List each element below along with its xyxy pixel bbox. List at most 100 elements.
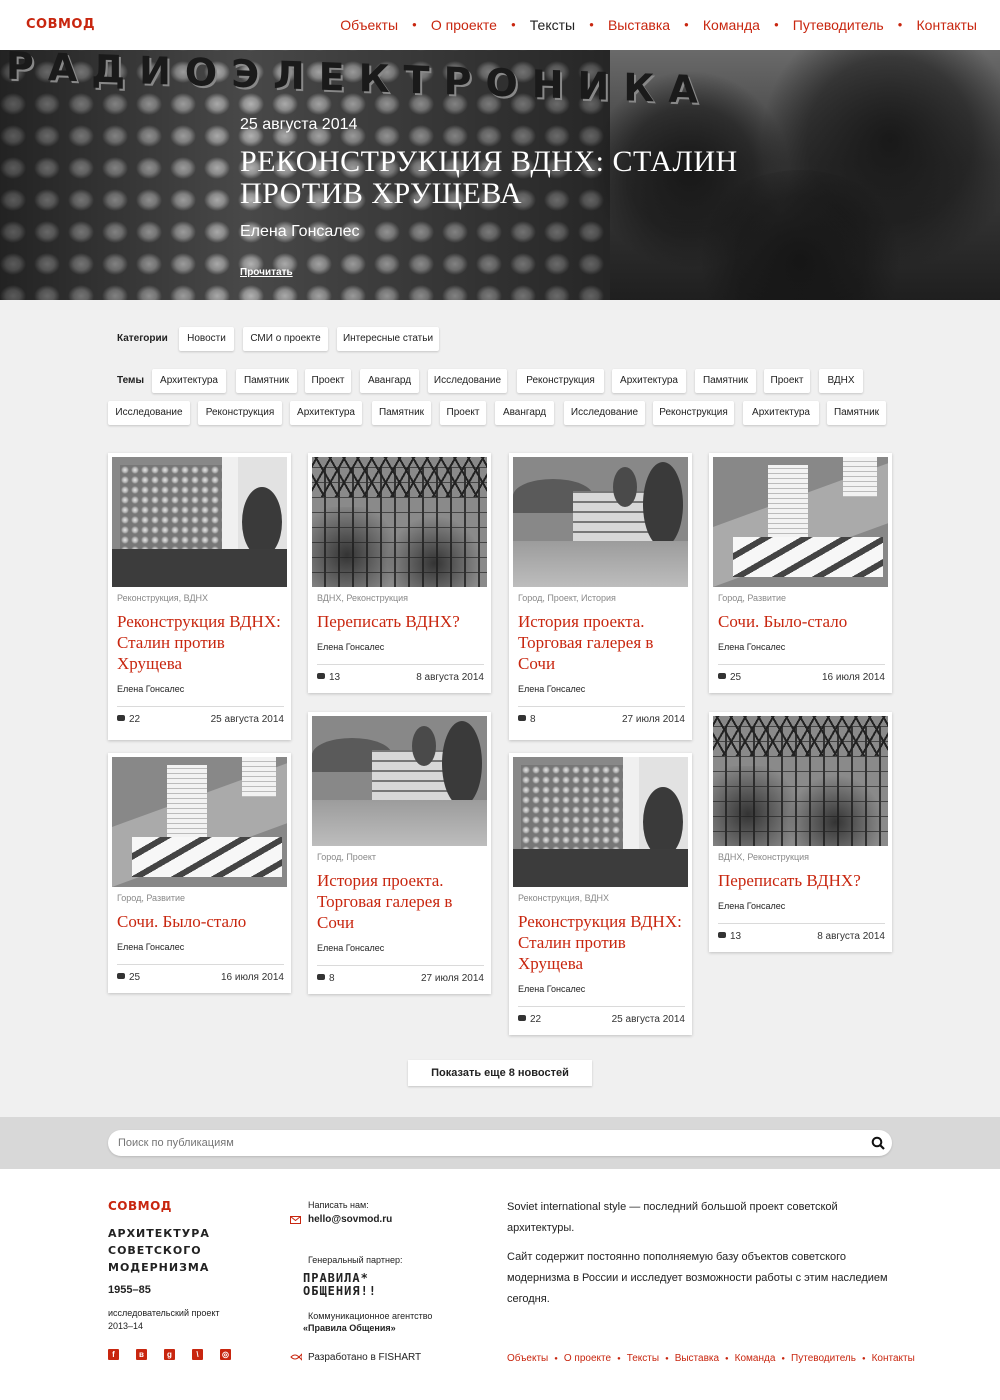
livejournal-icon[interactable]: \ bbox=[192, 1349, 203, 1360]
footer-nav-about[interactable]: О проекте bbox=[564, 1353, 611, 1364]
comments-count-wrap[interactable]: 8 bbox=[518, 714, 536, 725]
comments-count-wrap[interactable]: 22 bbox=[117, 714, 140, 725]
footer-logo[interactable]: СОВМОД bbox=[108, 1199, 172, 1213]
footer-nav-contacts[interactable]: Контакты bbox=[872, 1353, 915, 1364]
article-meta: 22 25 августа 2014 bbox=[518, 1014, 685, 1025]
card-divider bbox=[117, 964, 284, 965]
comments-count-wrap[interactable]: 8 bbox=[317, 973, 335, 984]
article-title[interactable]: История проекта. Торговая галерея в Сочи bbox=[317, 870, 485, 933]
nav-guide[interactable]: Путеводитель bbox=[793, 17, 884, 33]
topic-chip[interactable]: Авангард bbox=[495, 401, 554, 425]
article-thumbnail[interactable] bbox=[713, 716, 888, 846]
nav-contacts[interactable]: Контакты bbox=[917, 17, 977, 33]
article-thumbnail[interactable] bbox=[513, 457, 688, 587]
article-card[interactable]: ВДНХ, Реконструкция Переписать ВДНХ? Елена… bbox=[308, 453, 491, 693]
article-thumbnail[interactable] bbox=[513, 757, 688, 887]
comments-count: 22 bbox=[129, 714, 141, 725]
topic-chip[interactable]: Памятник bbox=[695, 369, 756, 393]
nav-separator: ● bbox=[510, 20, 516, 29]
hero-title[interactable]: РЕКОНСТРУКЦИЯ ВДНХ: СТАЛИН ПРОТИВ ХРУЩЕВ… bbox=[240, 146, 760, 210]
article-date: 25 августа 2014 bbox=[611, 1014, 685, 1025]
article-title[interactable]: Переписать ВДНХ? bbox=[718, 870, 886, 891]
site-logo[interactable]: СОВМОД bbox=[26, 17, 95, 32]
topic-chip[interactable]: Архитектура bbox=[152, 369, 226, 393]
article-title[interactable]: История проекта. Торговая галерея в Сочи bbox=[518, 611, 686, 674]
topic-chip[interactable]: Архитектура bbox=[743, 401, 819, 425]
facebook-icon[interactable]: f bbox=[108, 1349, 119, 1360]
nav-texts[interactable]: Тексты bbox=[530, 17, 575, 33]
article-title[interactable]: Реконструкция ВДНХ: Сталин против Хрущев… bbox=[518, 911, 686, 974]
partner-label: Генеральный партнер: bbox=[308, 1255, 403, 1265]
vkontakte-icon[interactable]: в bbox=[136, 1349, 147, 1360]
category-chip[interactable]: СМИ о проекте bbox=[243, 327, 328, 351]
topic-chip[interactable]: Исследование bbox=[564, 401, 645, 425]
article-card[interactable]: Реконструкция, ВДНХ Реконструкция ВДНХ: С… bbox=[108, 453, 291, 740]
topic-chip[interactable]: Проект bbox=[440, 401, 486, 425]
nav-about[interactable]: О проекте bbox=[431, 17, 497, 33]
footer-nav-objects[interactable]: Объекты bbox=[507, 1353, 548, 1364]
search-input[interactable] bbox=[108, 1130, 892, 1156]
hero-banner[interactable]: РАДИОЭЛЕКТРОНИКА 25 августа 2014 РЕКОНСТ… bbox=[0, 50, 1000, 300]
show-more-button[interactable]: Показать еще 8 новостей bbox=[408, 1060, 592, 1086]
footer-nav-team[interactable]: Команда bbox=[735, 1353, 776, 1364]
card-divider bbox=[718, 923, 885, 924]
footer-nav-guide[interactable]: Путеводитель bbox=[791, 1353, 856, 1364]
comments-count-wrap[interactable]: 22 bbox=[518, 1014, 541, 1025]
email-link[interactable]: hello@sovmod.ru bbox=[308, 1214, 392, 1225]
article-date: 25 августа 2014 bbox=[210, 714, 284, 725]
article-author: Елена Гонсалес bbox=[718, 901, 786, 911]
article-card[interactable]: Город, Проект, История История проекта. Т… bbox=[509, 453, 692, 740]
article-thumbnail[interactable] bbox=[713, 457, 888, 587]
topic-chip[interactable]: Реконструкция bbox=[653, 401, 734, 425]
article-card[interactable]: Город, Проект История проекта. Торговая г… bbox=[308, 712, 491, 994]
footer-nav-texts[interactable]: Тексты bbox=[627, 1353, 659, 1364]
topic-chip[interactable]: Исследование bbox=[428, 369, 507, 393]
article-card[interactable]: Город, Развитие Сочи. Было-стало Елена Гон… bbox=[709, 453, 892, 693]
nav-exhibition[interactable]: Выставка bbox=[608, 17, 670, 33]
nav-separator: ● bbox=[412, 20, 417, 29]
footer-nav-exhibition[interactable]: Выставка bbox=[675, 1353, 719, 1364]
thumbnail-shape bbox=[132, 837, 282, 877]
article-title[interactable]: Сочи. Было-стало bbox=[117, 911, 285, 932]
topic-chip[interactable]: Авангард bbox=[360, 369, 419, 393]
article-thumbnail[interactable] bbox=[112, 457, 287, 587]
instagram-icon[interactable]: ◎ bbox=[220, 1349, 231, 1360]
partner-logo[interactable]: ПРАВИЛА* ОБЩЕНИЯ!! bbox=[303, 1272, 377, 1298]
topic-chip[interactable]: Реконструкция bbox=[198, 401, 282, 425]
category-chip[interactable]: Интересные статьи bbox=[337, 327, 439, 351]
article-thumbnail[interactable] bbox=[312, 716, 487, 846]
category-chip[interactable]: Новости bbox=[179, 327, 234, 351]
topic-chip[interactable]: Проект bbox=[764, 369, 810, 393]
comments-count-wrap[interactable]: 25 bbox=[718, 672, 741, 683]
topic-chip[interactable]: Архитектура bbox=[612, 369, 686, 393]
topic-chip[interactable]: Памятник bbox=[372, 401, 431, 425]
card-divider bbox=[518, 1006, 685, 1007]
hero-read-link[interactable]: Прочитать bbox=[240, 267, 293, 278]
article-title[interactable]: Реконструкция ВДНХ: Сталин против Хрущев… bbox=[117, 611, 285, 674]
article-thumbnail[interactable] bbox=[312, 457, 487, 587]
topic-chip[interactable]: Проект bbox=[305, 369, 351, 393]
topic-chip[interactable]: Исследование bbox=[108, 401, 190, 425]
google-plus-icon[interactable]: g bbox=[164, 1349, 175, 1360]
nav-objects[interactable]: Объекты bbox=[340, 17, 398, 33]
topic-chip[interactable]: Памятник bbox=[827, 401, 886, 425]
topic-chip[interactable]: Реконструкция bbox=[517, 369, 604, 393]
comments-count-wrap[interactable]: 13 bbox=[718, 931, 741, 942]
search-icon[interactable] bbox=[871, 1136, 885, 1150]
comments-count-wrap[interactable]: 25 bbox=[117, 972, 140, 983]
topic-chip[interactable]: ВДНХ bbox=[819, 369, 863, 393]
developed-by-link[interactable]: Разработано в FISHART bbox=[308, 1352, 421, 1363]
comments-count-wrap[interactable]: 13 bbox=[317, 672, 340, 683]
article-title[interactable]: Переписать ВДНХ? bbox=[317, 611, 485, 632]
article-card[interactable]: Город, Развитие Сочи. Было-стало Елена Гон… bbox=[108, 753, 291, 993]
article-date: 27 июля 2014 bbox=[621, 714, 685, 725]
thumbnail-shape bbox=[242, 757, 276, 797]
article-card[interactable]: ВДНХ, Реконструкция Переписать ВДНХ? Елена… bbox=[709, 712, 892, 952]
topic-chip[interactable]: Памятник bbox=[236, 369, 297, 393]
article-thumbnail[interactable] bbox=[112, 757, 287, 887]
topic-chip[interactable]: Архитектура bbox=[290, 401, 362, 425]
article-card[interactable]: Реконструкция, ВДНХ Реконструкция ВДНХ: С… bbox=[509, 753, 692, 1035]
nav-team[interactable]: Команда bbox=[703, 17, 760, 33]
comment-icon bbox=[317, 974, 325, 980]
article-title[interactable]: Сочи. Было-стало bbox=[718, 611, 886, 632]
